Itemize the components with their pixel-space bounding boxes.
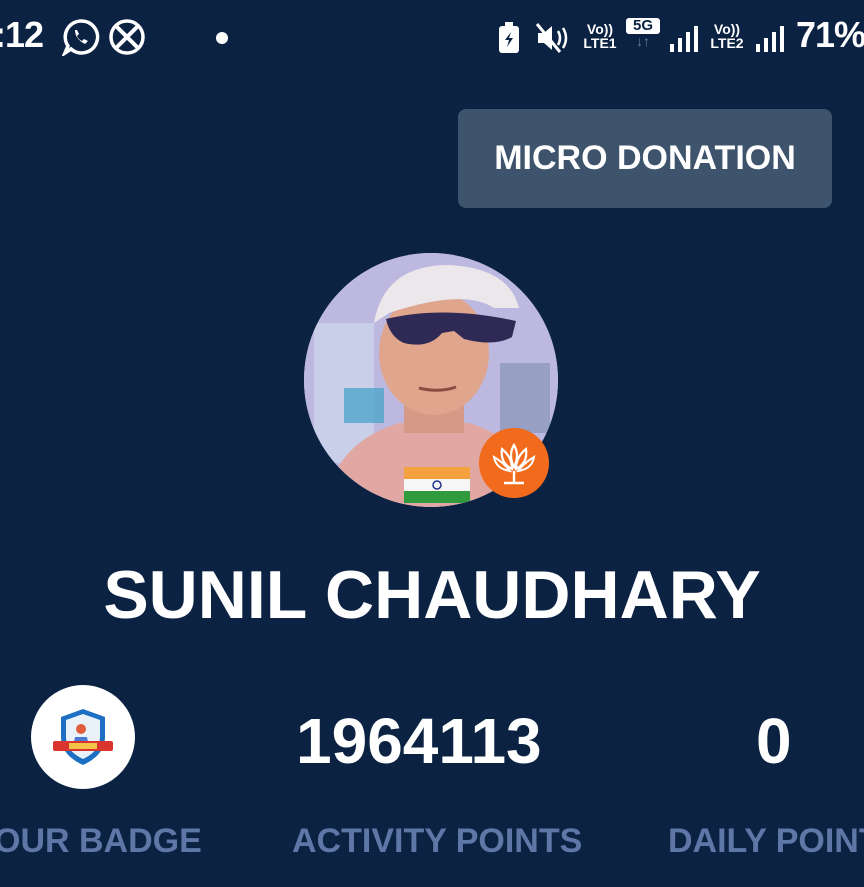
data-arrows-icon: ↓↑ — [636, 33, 650, 49]
sim1-top: Vo)) — [586, 21, 614, 37]
sim1-volte: Vo)) LTE1 — [580, 22, 620, 50]
signal-icon — [670, 26, 700, 57]
mute-vibrate-icon — [535, 22, 570, 59]
status-bar: :12 Vo)) LTE1 5G ↓↑ — [0, 0, 864, 80]
network-5g: 5G ↓↑ — [626, 18, 660, 48]
profile-avatar-container[interactable] — [304, 253, 558, 507]
sim2-volte: Vo)) LTE2 — [706, 22, 748, 50]
profile-name: SUNIL CHAUDHARY — [103, 557, 761, 633]
daily-points-value: 0 — [756, 705, 792, 777]
battery-percent: 71% — [796, 14, 864, 55]
whatsapp-icon — [61, 18, 100, 61]
activity-points-label: ACTIVITY POINTS — [292, 822, 583, 860]
lotus-badge-icon — [479, 428, 549, 498]
micro-donation-button[interactable]: MICRO DONATION — [458, 109, 832, 208]
sim2-top: Vo)) — [713, 21, 741, 37]
network-badge: 5G — [626, 18, 660, 34]
status-time: :12 — [0, 14, 44, 55]
battery-saver-icon — [498, 22, 520, 59]
crossed-x-icon — [108, 18, 146, 61]
activity-points-value: 1964113 — [296, 705, 542, 777]
sim1-bottom: LTE1 — [583, 35, 617, 51]
signal-icon — [756, 26, 786, 57]
sim2-bottom: LTE2 — [710, 35, 744, 51]
badge-label: OUR BADGE — [0, 822, 202, 860]
user-badge[interactable] — [31, 685, 135, 789]
shield-badge-icon — [53, 709, 113, 765]
daily-points-label: DAILY POINT — [668, 822, 864, 860]
notification-dot — [216, 32, 228, 44]
